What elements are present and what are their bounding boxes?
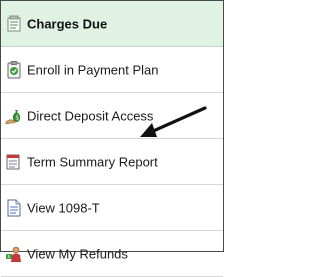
nav-item-label: Charges Due <box>27 16 108 31</box>
svg-text:$: $ <box>7 254 10 260</box>
charges-due-icon <box>5 14 23 34</box>
tax-form-icon <box>5 198 23 218</box>
nav-item-label: Enroll in Payment Plan <box>27 62 159 77</box>
nav-item-term-summary-report[interactable]: Term Summary Report <box>1 139 223 185</box>
nav-item-view-my-refunds[interactable]: $ View My Refunds <box>1 231 223 277</box>
nav-item-label: Direct Deposit Access <box>27 108 154 123</box>
nav-item-label: Term Summary Report <box>27 154 158 169</box>
nav-item-charges-due[interactable]: Charges Due <box>1 1 223 47</box>
nav-item-enroll-payment-plan[interactable]: Enroll in Payment Plan <box>1 47 223 93</box>
nav-item-label: View My Refunds <box>27 246 128 261</box>
svg-text:$: $ <box>15 114 19 121</box>
nav-list: Charges Due Enroll in Payment Plan $ Dir… <box>1 1 223 277</box>
refund-person-icon: $ <box>5 244 23 264</box>
report-icon <box>5 152 23 172</box>
money-bag-hand-icon: $ <box>5 106 23 126</box>
menu-panel: Charges Due Enroll in Payment Plan $ Dir… <box>0 0 224 277</box>
nav-item-direct-deposit-access[interactable]: $ Direct Deposit Access <box>1 93 223 139</box>
payment-plan-clipboard-icon <box>5 60 23 80</box>
nav-item-view-1098-t[interactable]: View 1098-T <box>1 185 223 231</box>
nav-item-label: View 1098-T <box>27 200 100 215</box>
